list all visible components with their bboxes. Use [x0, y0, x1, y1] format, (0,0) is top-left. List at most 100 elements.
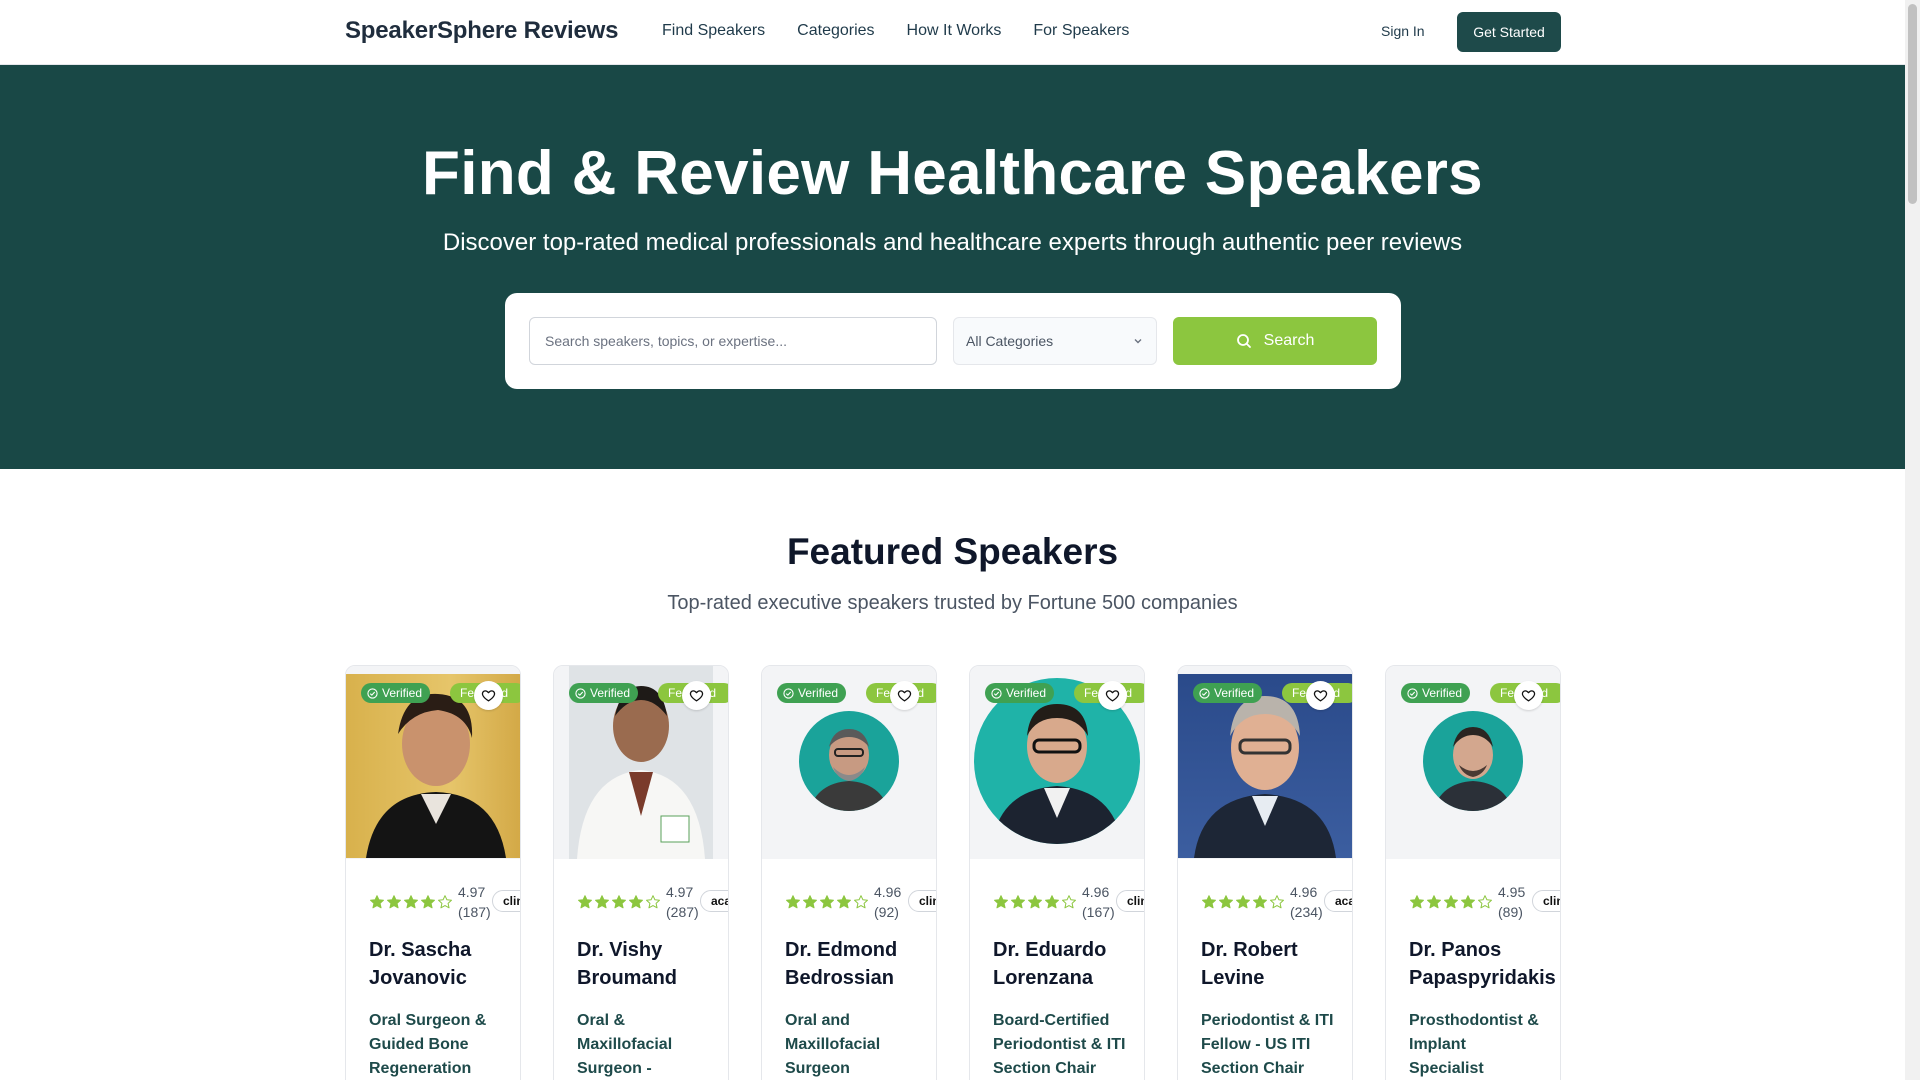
- speaker-title: Oral Surgeon & Guided Bone Regeneration …: [369, 1012, 487, 1077]
- favorite-button[interactable]: [1306, 681, 1335, 710]
- rating-score: 4.96: [874, 884, 902, 900]
- heart-icon: [1521, 690, 1536, 702]
- check-circle-icon: [575, 687, 586, 699]
- verified-badge: Verified: [1193, 683, 1263, 703]
- review-count: (167): [1082, 904, 1115, 920]
- review-count: (187): [458, 904, 491, 920]
- hero-subtitle: Discover top-rated medical professionals…: [442, 229, 1463, 256]
- review-count: (234): [1290, 904, 1323, 920]
- favorite-button[interactable]: [474, 681, 503, 710]
- star-icon: [1253, 895, 1267, 909]
- favorite-button[interactable]: [1514, 681, 1543, 710]
- nav-categories[interactable]: Categories: [797, 22, 874, 40]
- chevron-down-icon: [1134, 339, 1142, 344]
- star-icon: [1011, 895, 1025, 909]
- category-tag: clinical: [492, 890, 520, 912]
- favorite-button[interactable]: [1098, 681, 1127, 710]
- check-circle-icon: [1199, 687, 1210, 699]
- star-icon: [595, 895, 609, 909]
- star-icon: [646, 895, 660, 909]
- search-icon: [1236, 334, 1251, 348]
- hero-title: Find & Review Healthcare Speakers: [422, 139, 1483, 208]
- rating-stars: [577, 894, 661, 910]
- rating-score: 4.96: [1082, 884, 1110, 900]
- rating-value: 4.96 (234): [1290, 882, 1323, 922]
- review-count: (287): [666, 904, 699, 920]
- speaker-name[interactable]: Dr. Panos Papaspyridakis: [1409, 936, 1560, 992]
- star-icon: [1236, 895, 1250, 909]
- sign-in-link[interactable]: Sign In: [1381, 23, 1425, 39]
- speaker-photo: [799, 711, 899, 811]
- favorite-button[interactable]: [682, 681, 711, 710]
- speaker-name[interactable]: Dr. Eduardo Lorenzana: [993, 936, 1144, 992]
- review-count: (92): [874, 904, 899, 920]
- star-icon: [1028, 895, 1042, 909]
- speaker-photo: [1423, 711, 1523, 811]
- star-icon: [1478, 895, 1492, 909]
- top-navigation-bar: SpeakerSphere Reviews Find Speakers Cate…: [0, 0, 1905, 65]
- speaker-card[interactable]: VerifiedFeatured4.96(167)clinicalDr. Edu…: [969, 665, 1145, 1080]
- search-button[interactable]: Search: [1173, 317, 1377, 365]
- speaker-title: Oral and Maxillofacial Surgeon: [785, 1012, 881, 1077]
- scrollbar-thumb[interactable]: [1908, 4, 1917, 204]
- star-icon: [612, 895, 626, 909]
- star-icon: [837, 895, 851, 909]
- speaker-card[interactable]: VerifiedFeatured4.97(287)academicDr. Vis…: [553, 665, 729, 1080]
- speaker-name[interactable]: Dr. Edmond Bedrossian: [785, 936, 936, 992]
- verified-label: Verified: [1006, 686, 1047, 700]
- star-icon: [786, 895, 800, 909]
- rating-value: 4.96 (167): [1082, 882, 1115, 922]
- rating-value: 4.96 (92): [874, 882, 901, 922]
- star-icon: [1427, 895, 1441, 909]
- person-silhouette-icon: [1433, 727, 1513, 811]
- hero-section: Find & Review Healthcare Speakers Discov…: [0, 65, 1905, 469]
- speaker-name[interactable]: Dr. Robert Levine: [1201, 936, 1352, 992]
- star-icon: [1444, 895, 1458, 909]
- main-nav: Find Speakers Categories How It Works Fo…: [662, 22, 1129, 40]
- star-icon: [1410, 895, 1424, 909]
- search-input[interactable]: [529, 317, 937, 365]
- speaker-card[interactable]: VerifiedFeatured4.95(89)clinicalDr. Pano…: [1385, 665, 1561, 1080]
- star-icon: [404, 895, 418, 909]
- favorite-button[interactable]: [890, 681, 919, 710]
- rating-stars: [1409, 894, 1493, 910]
- nav-for-speakers[interactable]: For Speakers: [1033, 22, 1129, 40]
- verified-label: Verified: [1214, 686, 1255, 700]
- heart-icon: [1105, 690, 1120, 702]
- heart-icon: [689, 690, 704, 702]
- brand-logo[interactable]: SpeakerSphere Reviews: [345, 17, 618, 45]
- category-select-value: All Categories: [966, 333, 1054, 349]
- speaker-name[interactable]: Dr. Vishy Broumand: [577, 936, 728, 992]
- star-icon: [421, 895, 435, 909]
- star-icon: [1270, 895, 1284, 909]
- category-tag: academic: [700, 890, 728, 912]
- star-icon: [1062, 895, 1076, 909]
- rating-value: 4.97 (287): [666, 882, 699, 922]
- person-silhouette-icon: [809, 729, 889, 811]
- star-icon: [578, 895, 592, 909]
- verified-label: Verified: [382, 686, 423, 700]
- nav-how-it-works[interactable]: How It Works: [907, 22, 1002, 40]
- category-tag: academic: [1324, 890, 1352, 912]
- featured-subtitle: Top-rated executive speakers trusted by …: [667, 592, 1238, 614]
- verified-label: Verified: [1422, 686, 1463, 700]
- speaker-title: Periodontist & ITI Fellow - US ITI Secti…: [1201, 1012, 1334, 1077]
- get-started-button[interactable]: Get Started: [1457, 12, 1561, 52]
- nav-find-speakers[interactable]: Find Speakers: [662, 22, 765, 40]
- search-panel: All Categories Search: [505, 293, 1401, 389]
- speaker-name[interactable]: Dr. Sascha Jovanovic: [369, 936, 520, 992]
- verified-badge: Verified: [777, 683, 847, 703]
- star-icon: [629, 895, 643, 909]
- speaker-card[interactable]: VerifiedFeatured4.96(92)clinicalDr. Edmo…: [761, 665, 937, 1080]
- verified-badge: Verified: [361, 683, 431, 703]
- heart-icon: [481, 690, 496, 702]
- heart-icon: [1313, 690, 1328, 702]
- star-icon: [1219, 895, 1233, 909]
- speaker-card[interactable]: VerifiedFeatured4.97(187)clinicalDr. Sas…: [345, 665, 521, 1080]
- speaker-card[interactable]: VerifiedFeatured4.96(234)academicDr. Rob…: [1177, 665, 1353, 1080]
- category-select[interactable]: All Categories: [953, 317, 1157, 365]
- rating-score: 4.96: [1290, 884, 1318, 900]
- star-icon: [1461, 895, 1475, 909]
- verified-label: Verified: [590, 686, 631, 700]
- verified-badge: Verified: [985, 683, 1055, 703]
